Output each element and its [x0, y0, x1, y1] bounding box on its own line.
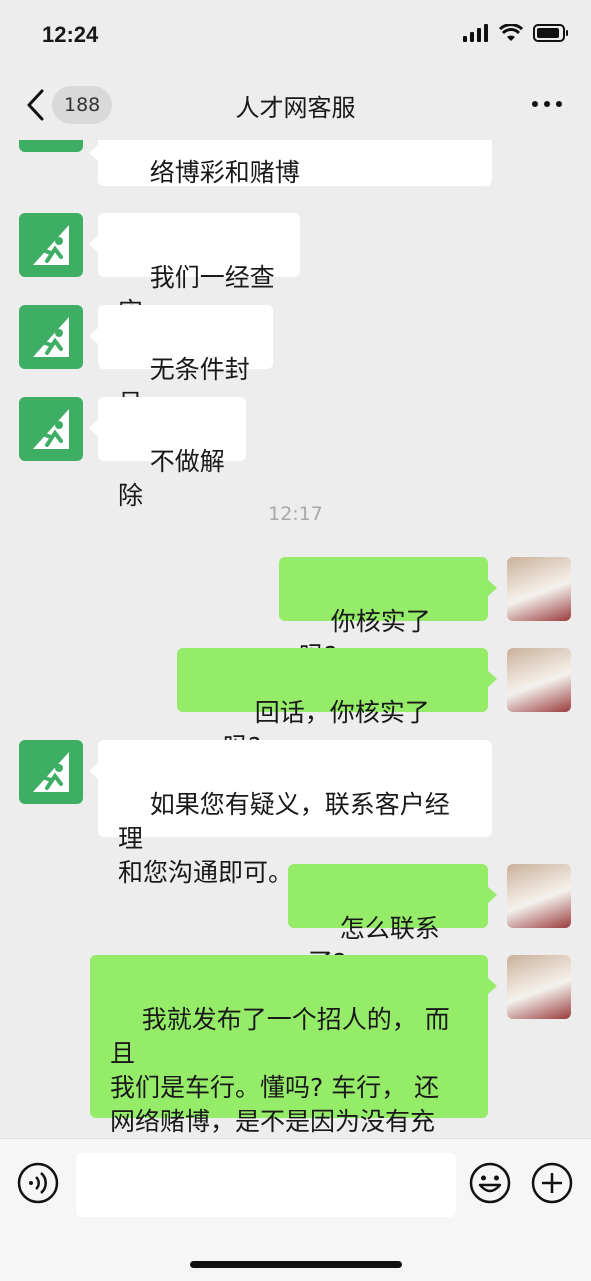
cs-avatar[interactable]: [19, 305, 83, 369]
emoji-icon[interactable]: [468, 1161, 512, 1205]
message-text: 络博彩和赌博: [149, 158, 300, 187]
message-bubble[interactable]: 怎么联系了?: [288, 864, 497, 977]
message-bubble[interactable]: 无条件封号: [89, 305, 273, 418]
user-avatar[interactable]: [507, 864, 571, 928]
logo-icon: [33, 409, 69, 449]
status-time: 12:24: [42, 22, 99, 47]
status-icons: [463, 24, 569, 42]
cs-avatar[interactable]: [19, 140, 83, 152]
voice-icon[interactable]: [16, 1161, 60, 1205]
input-bar: [0, 1138, 591, 1281]
battery-icon: [533, 24, 568, 42]
home-indicator: [190, 1261, 402, 1268]
message-bubble[interactable]: 你核实了吗?: [279, 557, 497, 670]
logo-icon: [33, 317, 69, 357]
message-input[interactable]: [76, 1153, 456, 1217]
ellipsis-icon[interactable]: [531, 94, 563, 114]
message-bubble[interactable]: 络博彩和赌博: [89, 140, 492, 187]
message-text: 我就发布了一个招人的， 而且 我们是车行。懂吗? 车行， 还 网络赌博，是不是因…: [110, 1005, 450, 1136]
logo-icon: [33, 752, 69, 792]
message-bubble[interactable]: 不做解除: [89, 397, 246, 510]
user-avatar[interactable]: [507, 955, 571, 1019]
message-bubble[interactable]: 如果您有疑义，联系客户经理 和您沟通即可。: [89, 740, 492, 887]
status-bar: 12:24: [0, 0, 591, 70]
message-bubble[interactable]: 我就发布了一个招人的， 而且 我们是车行。懂吗? 车行， 还 网络赌博，是不是因…: [90, 955, 497, 1136]
cs-avatar[interactable]: [19, 397, 83, 461]
chat-header: 188 人才网客服: [0, 70, 591, 140]
message-timestamp: 12:17: [268, 503, 323, 525]
cs-avatar[interactable]: [19, 213, 83, 277]
wifi-icon: [499, 24, 523, 41]
message-bubble[interactable]: 我们一经查实: [89, 213, 300, 326]
plus-icon[interactable]: [530, 1161, 574, 1205]
logo-icon: [33, 225, 69, 265]
message-text: 不做解除: [118, 447, 225, 510]
user-avatar[interactable]: [507, 648, 571, 712]
message-list[interactable]: 络博彩和赌博 我们一经查实 无条件封号 不做解除 12:17: [0, 140, 591, 1140]
signal-icon: [463, 24, 488, 42]
cs-avatar[interactable]: [19, 740, 83, 804]
user-avatar[interactable]: [507, 557, 571, 621]
message-bubble[interactable]: 回话，你核实了吗?: [177, 648, 497, 761]
chat-title: 人才网客服: [235, 94, 356, 122]
